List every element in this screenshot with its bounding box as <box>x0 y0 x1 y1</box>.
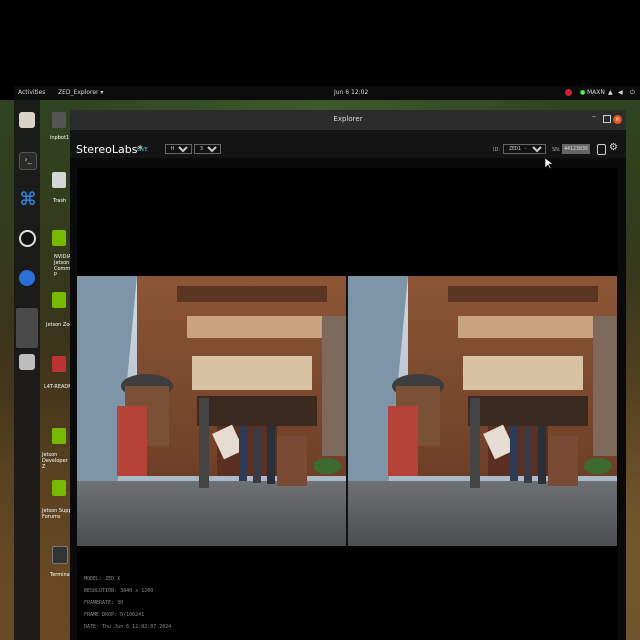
camera-id-select[interactable]: ZED1 - 0 <box>503 144 546 154</box>
files-icon[interactable] <box>19 112 35 128</box>
nvidia-icon[interactable] <box>52 428 66 444</box>
serial-number-field[interactable]: 44123836 <box>562 144 590 154</box>
top-bar: Activities ZED_Explorer ▾ Jun 6 12:02 ● … <box>14 86 640 100</box>
stereo-video-feed <box>77 276 617 546</box>
info-model: MODEL: ZED X <box>84 576 121 582</box>
document-icon[interactable] <box>52 356 66 372</box>
vscode-icon[interactable]: ⌘ <box>19 191 37 209</box>
obs-icon[interactable] <box>19 230 36 247</box>
minimize-button[interactable]: – <box>592 112 596 121</box>
trash-icon[interactable] <box>52 172 66 188</box>
info-date: DATE: Thu Jun 6 12:02:07 2024 <box>84 624 172 630</box>
nvidia-icon[interactable] <box>52 480 66 496</box>
brand-logo: StereoLabs* <box>76 143 143 156</box>
maximize-button[interactable] <box>603 115 611 123</box>
close-button[interactable]: × <box>613 115 622 124</box>
desktop-icon-label: Jetson Supp Forums <box>42 508 72 520</box>
power-icon[interactable]: ⏻ <box>630 89 635 97</box>
info-framerate: FRAMERATE: 30 <box>84 600 124 606</box>
desktop-icon-label: Jetson Developer Z <box>42 452 68 470</box>
chromium-icon[interactable] <box>19 270 35 286</box>
sn-label: SN: <box>552 147 561 153</box>
id-label: ID: <box>493 147 501 153</box>
power-mode-icon[interactable]: ● <box>580 89 585 96</box>
nvidia-status-icon[interactable] <box>565 89 572 96</box>
mouse-cursor-icon <box>545 158 553 170</box>
clock[interactable]: Jun 6 12:02 <box>334 89 368 96</box>
resolution-select[interactable]: HD1200 <box>165 144 192 154</box>
terminal-shortcut-icon[interactable] <box>52 546 68 564</box>
info-frame-drop: FRAME DROP: 0/100241 <box>84 612 145 618</box>
fps-select[interactable]: 30 <box>194 144 221 154</box>
window-title: Explorer <box>333 115 363 123</box>
volume-icon[interactable]: ◀ <box>618 89 623 96</box>
zed-explorer-icon[interactable] <box>16 308 38 348</box>
live-badge: LIVE <box>137 147 148 153</box>
power-mode-label[interactable]: MAXN <box>587 89 605 96</box>
app-menu[interactable]: ZED_Explorer ▾ <box>58 89 103 96</box>
network-icon[interactable]: ▲ <box>608 89 613 96</box>
activities-button[interactable]: Activities <box>18 89 45 96</box>
explorer-window: Explorer – × StereoLabs* LIVE HD1200 30 … <box>70 110 626 640</box>
info-resolution: RESOLUTION: 3840 x 1200 <box>84 588 154 594</box>
home-folder-icon[interactable] <box>52 112 66 128</box>
explorer-toolbar: StereoLabs* LIVE HD1200 30 ID: ZED1 - 0 … <box>70 130 626 158</box>
nvidia-icon[interactable] <box>52 292 66 308</box>
settings-gear-icon[interactable]: ⚙ <box>609 142 618 153</box>
nvidia-icon[interactable] <box>52 230 66 246</box>
terminal-icon[interactable]: ›_ <box>19 152 37 170</box>
record-icon[interactable] <box>597 144 606 155</box>
disk-icon[interactable] <box>19 354 35 370</box>
window-titlebar[interactable]: Explorer – × <box>70 110 626 130</box>
dock: ›_ ⌘ <box>14 100 40 640</box>
